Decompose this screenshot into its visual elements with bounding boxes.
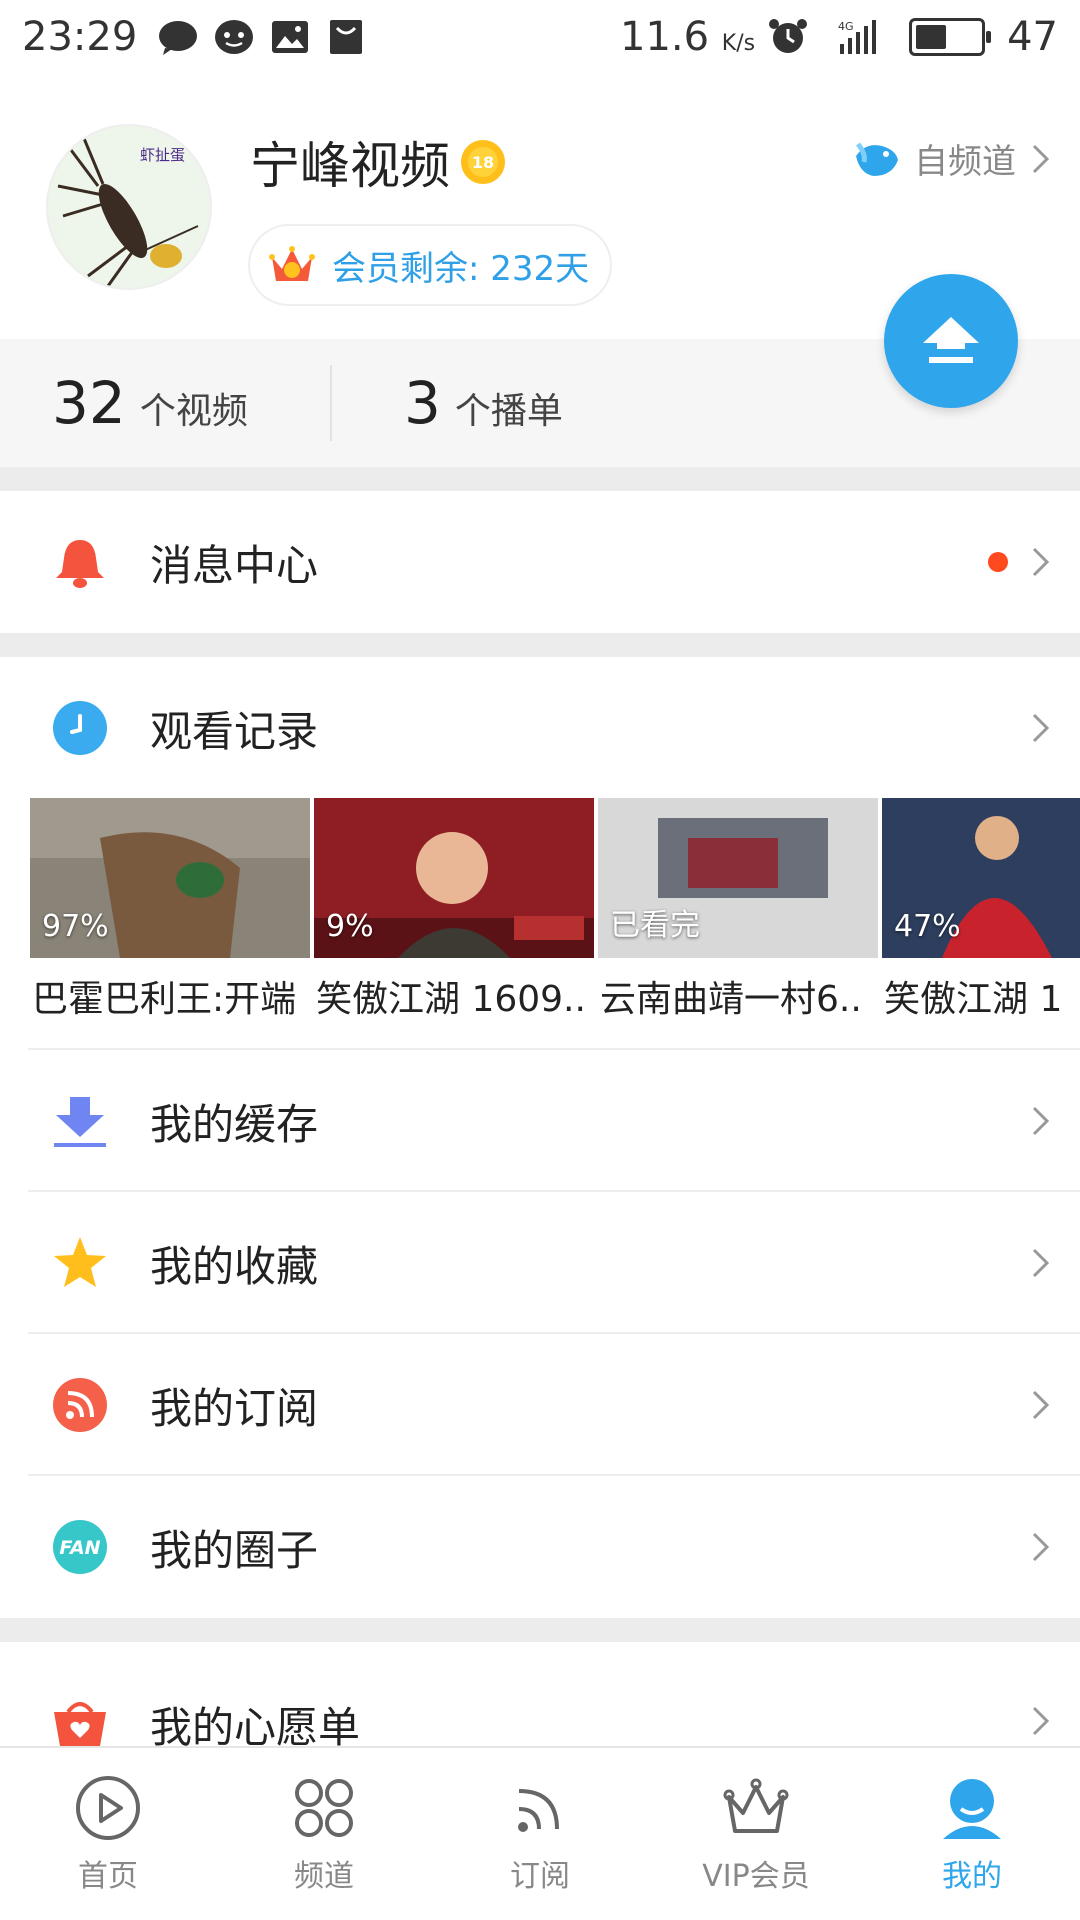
bird-icon: [856, 141, 898, 176]
tab-me[interactable]: 我的: [864, 1748, 1080, 1920]
crown-icon: [723, 1778, 789, 1833]
chevron-right-icon: [1032, 547, 1050, 577]
vip-status-pill[interactable]: 会员剩余: 232天: [248, 224, 612, 306]
my-wishlist-row[interactable]: 我的心愿单: [0, 1642, 1080, 1746]
section-gap: [0, 467, 1080, 491]
clock: 23:29: [22, 14, 138, 60]
signal-4g-icon: 4G: [838, 20, 877, 54]
my-wishlist-label: 我的心愿单: [150, 1703, 361, 1746]
watch-progress: 97%: [42, 909, 109, 944]
messenger-notification-icon: [215, 20, 254, 54]
watch-history-carousel[interactable]: 97% 9% 已看完 47% 巴霍巴利王:开端 笑傲江湖 1609.. 云南曲靖…: [30, 798, 1080, 1028]
username-row: 宁峰视频 18: [250, 126, 508, 198]
watch-progress: 9%: [326, 909, 374, 944]
star-icon: [54, 1237, 106, 1287]
tab-vip[interactable]: VIP会员: [648, 1748, 864, 1920]
history-title[interactable]: 巴霍巴利王:开端: [32, 970, 317, 1022]
history-thumbnail[interactable]: 9%: [314, 798, 594, 958]
battery-icon: [909, 18, 992, 56]
self-channel-label: 自频道: [914, 142, 1016, 182]
section-gap: [0, 633, 1080, 657]
rss-icon: [53, 1378, 107, 1432]
watch-progress: 47%: [894, 909, 961, 944]
level-number: 18: [472, 153, 494, 172]
message-center-row[interactable]: 消息中心: [0, 491, 1080, 633]
tab-label: VIP会员: [702, 1859, 810, 1894]
history-thumbnail[interactable]: 97%: [30, 798, 310, 958]
svg-text:4G: 4G: [838, 20, 854, 33]
basket-icon: [54, 1702, 106, 1746]
status-bar: 23:29 11.6 K/s 4G 47: [0, 0, 1080, 74]
my-favorites-label: 我的收藏: [150, 1241, 319, 1291]
avatar[interactable]: 虾扯蛋: [46, 124, 212, 290]
image-notification-icon: [272, 21, 309, 53]
history-title[interactable]: 云南曲靖一村6..: [600, 970, 885, 1022]
history-title[interactable]: 笑傲江湖 1609..: [316, 970, 601, 1022]
upload-icon: [923, 317, 979, 363]
playlists-stat[interactable]: 3 个播单: [404, 369, 563, 437]
history-thumbnail[interactable]: 47%: [882, 798, 1080, 958]
my-cache-row[interactable]: 我的缓存: [0, 1050, 1080, 1192]
history-thumbnail[interactable]: 已看完: [598, 798, 878, 958]
user-icon: [943, 1779, 1001, 1839]
tab-label: 我的: [942, 1859, 1002, 1894]
chevron-right-icon: [1032, 1532, 1050, 1562]
grid-circles-icon: [295, 1779, 353, 1837]
playlists-count: 3: [404, 369, 441, 437]
chevron-right-icon: [1032, 713, 1050, 743]
chevron-right-icon: [1032, 1106, 1050, 1136]
upload-button[interactable]: [884, 274, 1018, 408]
network-speed: 11.6 K/s: [620, 14, 756, 60]
videos-stat[interactable]: 32 个视频: [52, 369, 248, 437]
my-subscriptions-row[interactable]: 我的订阅: [0, 1334, 1080, 1476]
unread-dot: [988, 552, 1008, 572]
stats-divider: [330, 365, 332, 441]
self-channel-link[interactable]: 自频道: [852, 134, 1052, 183]
bottom-tab-bar: 首页 频道 订阅 VIP会员 我的: [0, 1746, 1080, 1920]
play-circle-icon: [76, 1776, 140, 1840]
svg-text:FAN: FAN: [59, 1537, 100, 1559]
section-gap: [0, 1618, 1080, 1642]
store-notification-icon: [330, 20, 363, 54]
chevron-right-icon: [1032, 1248, 1050, 1278]
history-title[interactable]: 笑傲江湖 1: [884, 970, 1080, 1022]
chevron-right-icon: [1032, 1390, 1050, 1420]
chevron-right-icon: [1032, 144, 1050, 173]
clock-icon: [53, 701, 107, 755]
tab-label: 首页: [78, 1859, 138, 1894]
username: 宁峰视频: [250, 137, 450, 195]
watch-progress: 已看完: [610, 908, 700, 943]
tab-label: 订阅: [510, 1859, 570, 1894]
crown-icon: [269, 246, 315, 281]
my-cache-label: 我的缓存: [150, 1099, 319, 1149]
watch-history-row[interactable]: 观看记录: [0, 657, 1080, 799]
fan-circle-icon: FAN: [53, 1520, 107, 1574]
download-icon: [54, 1097, 106, 1147]
tab-label: 频道: [294, 1859, 354, 1894]
rss-icon: [518, 1789, 559, 1832]
playlists-unit: 个播单: [454, 391, 563, 432]
level-badge-icon: 18: [461, 140, 505, 184]
avatar-caption: 虾扯蛋: [140, 146, 185, 164]
bell-icon: [56, 540, 104, 588]
vip-remaining-text: 会员剩余: 232天: [332, 248, 590, 289]
alarm-icon: [769, 19, 808, 53]
my-subscriptions-label: 我的订阅: [150, 1383, 319, 1433]
videos-count: 32: [52, 369, 126, 437]
chevron-right-icon: [1032, 1706, 1050, 1736]
tab-subscriptions[interactable]: 订阅: [432, 1748, 648, 1920]
my-circles-row[interactable]: FAN 我的圈子: [0, 1476, 1080, 1618]
videos-unit: 个视频: [139, 391, 248, 432]
chat-notification-icon: [159, 21, 198, 55]
lobster-avatar-image: 虾扯蛋: [48, 126, 210, 288]
battery-percent: 47: [1007, 14, 1058, 60]
message-center-label: 消息中心: [150, 540, 319, 590]
my-circles-label: 我的圈子: [150, 1525, 319, 1575]
my-favorites-row[interactable]: 我的收藏: [0, 1192, 1080, 1334]
watch-history-label: 观看记录: [150, 706, 319, 756]
tab-home[interactable]: 首页: [0, 1748, 216, 1920]
tab-channels[interactable]: 频道: [216, 1748, 432, 1920]
